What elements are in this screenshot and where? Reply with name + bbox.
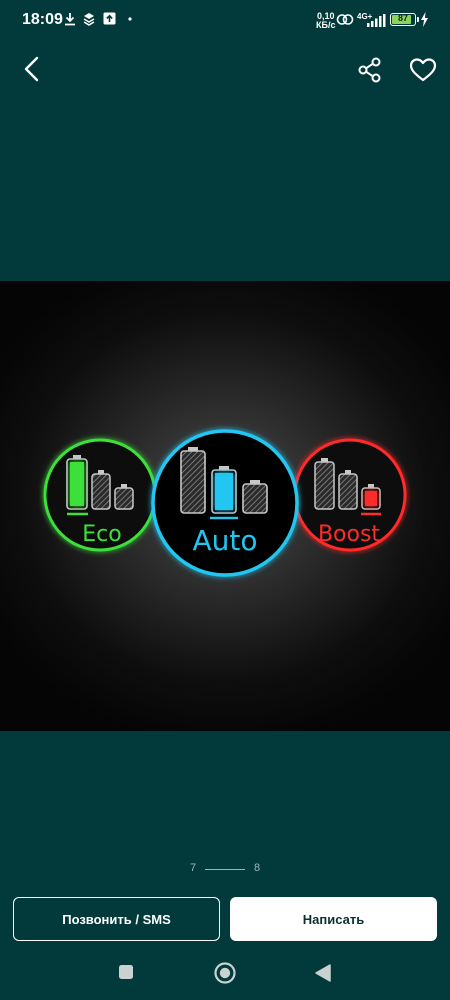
layers-icon	[83, 13, 95, 26]
eco-mode-badge: Eco	[43, 438, 157, 552]
system-nav-bar	[0, 950, 450, 1000]
upload-box-icon	[103, 12, 116, 25]
auto-label: Auto	[192, 524, 257, 557]
link-icon	[336, 14, 354, 25]
net-speed: 0,10 КБ/с	[316, 12, 335, 30]
battery-nub	[417, 17, 419, 22]
battery-level: 87	[397, 13, 408, 23]
back-triangle-icon[interactable]	[314, 963, 332, 983]
dot-icon	[128, 17, 132, 21]
charging-icon	[421, 12, 428, 27]
battery-indicator: 87	[390, 13, 419, 26]
auto-mode-badge: Auto	[151, 429, 299, 577]
call-sms-button[interactable]: Позвонить / SMS	[13, 897, 220, 941]
back-arrow-icon[interactable]	[20, 56, 44, 82]
write-message-button[interactable]: Написать	[230, 897, 437, 941]
net-speed-unit: КБ/с	[316, 20, 336, 30]
status-time: 18:09	[22, 11, 63, 28]
eco-label: Eco	[82, 522, 121, 547]
boost-mode-badge: Boost	[293, 438, 407, 552]
listing-image[interactable]: Eco Boost Auto	[0, 281, 450, 731]
boost-label: Boost	[318, 522, 380, 547]
signal-icon	[367, 14, 386, 27]
heart-icon[interactable]	[409, 57, 437, 83]
share-icon[interactable]	[357, 57, 383, 83]
pager-current: 7	[190, 862, 197, 874]
recents-square-icon[interactable]	[118, 964, 134, 980]
pager-total: 8	[254, 862, 261, 874]
download-icon	[65, 13, 75, 26]
status-bar: 18:09 0,10 КБ/с 4G+ 87	[0, 0, 450, 40]
battery-modes-illustration: Eco Boost Auto	[43, 429, 407, 577]
pager-divider	[205, 869, 245, 870]
home-circle-icon[interactable]	[213, 961, 237, 985]
